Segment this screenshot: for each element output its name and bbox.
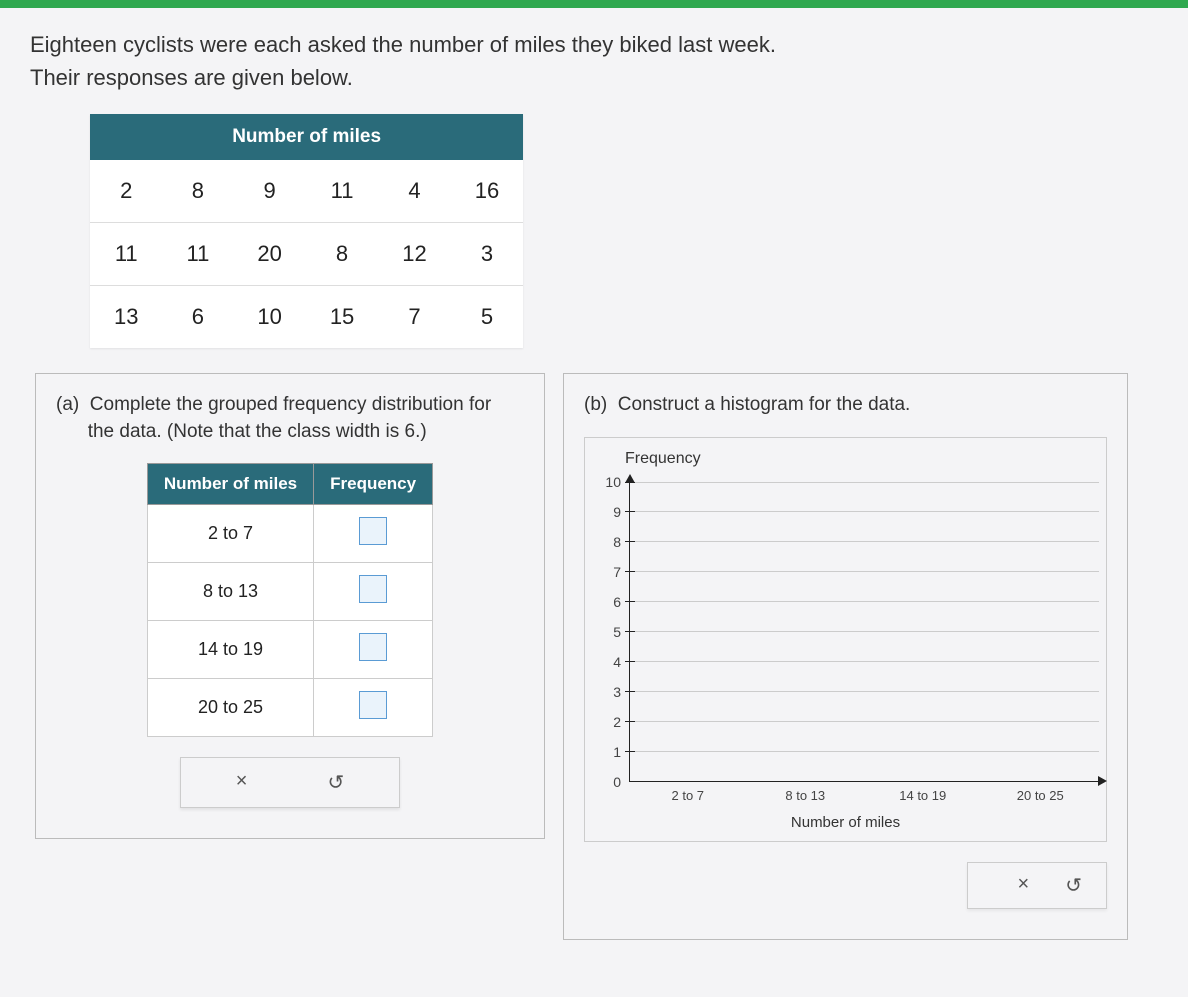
- data-cell: 11: [90, 223, 162, 286]
- data-cell: 8: [162, 160, 233, 223]
- gridline: [630, 571, 1099, 572]
- chart-y-label: Frequency: [625, 450, 1096, 468]
- data-cell: 20: [233, 223, 305, 286]
- data-cell: 2: [90, 160, 162, 223]
- x-tick-label: 14 to 19: [864, 784, 982, 812]
- x-axis-arrow-icon: [1098, 776, 1107, 786]
- y-tick-mark: [625, 631, 635, 632]
- freq-header-freq: Frequency: [314, 464, 433, 505]
- freq-class-label: 8 to 13: [147, 563, 313, 621]
- y-tick-mark: [625, 541, 635, 542]
- gridline: [630, 691, 1099, 692]
- data-cell: 7: [378, 286, 450, 349]
- clear-icon[interactable]: ×: [236, 770, 248, 795]
- data-cell: 9: [233, 160, 305, 223]
- frequency-table: Number of miles Frequency 2 to 78 to 131…: [147, 463, 433, 737]
- reset-icon[interactable]: ↺: [327, 770, 344, 795]
- gridline: [630, 482, 1099, 483]
- gridline: [630, 631, 1099, 632]
- freq-class-label: 2 to 7: [147, 505, 313, 563]
- x-tick-label: 8 to 13: [747, 784, 865, 812]
- frequency-input[interactable]: [359, 691, 387, 719]
- x-tick-label: 2 to 7: [629, 784, 747, 812]
- data-cell: 11: [162, 223, 233, 286]
- y-tick-label: 9: [613, 504, 621, 520]
- freq-input-cell: [314, 505, 433, 563]
- gridline: [630, 601, 1099, 602]
- part-b-title: (b) Construct a histogram for the data.: [584, 392, 1107, 419]
- gridline: [630, 661, 1099, 662]
- gridline: [630, 721, 1099, 722]
- freq-input-cell: [314, 621, 433, 679]
- y-tick-mark: [625, 691, 635, 692]
- freq-input-cell: [314, 563, 433, 621]
- y-tick-label: 1: [613, 744, 621, 760]
- y-tick-mark: [625, 571, 635, 572]
- histogram-plot-area[interactable]: 109876543210 2 to 78 to 1314 to 1920 to …: [595, 472, 1105, 812]
- part-a-title: (a) Complete the grouped frequency distr…: [56, 392, 524, 445]
- y-tick-mark: [625, 721, 635, 722]
- y-tick-label: 8: [613, 534, 621, 550]
- frequency-input[interactable]: [359, 633, 387, 661]
- reset-icon[interactable]: ↺: [1065, 873, 1082, 898]
- x-tick-label: 20 to 25: [982, 784, 1100, 812]
- gridline: [630, 511, 1099, 512]
- data-cell: 4: [378, 160, 450, 223]
- histogram-container: Frequency 109876543210 2 to 78 to 1314 t…: [584, 437, 1107, 842]
- y-tick-label: 4: [613, 654, 621, 670]
- page: Eighteen cyclists were each asked the nu…: [0, 8, 1188, 997]
- raw-data-table: Number of miles 289114161111208123136101…: [90, 114, 523, 348]
- data-cell: 6: [162, 286, 233, 349]
- part-a-box: (a) Complete the grouped frequency distr…: [35, 373, 545, 839]
- part-a-buttons: × ↺: [180, 757, 400, 808]
- freq-input-cell: [314, 679, 433, 737]
- data-table-header: Number of miles: [90, 114, 523, 160]
- data-cell: 10: [233, 286, 305, 349]
- question-prompt: Eighteen cyclists were each asked the nu…: [30, 28, 1158, 94]
- data-cell: 16: [451, 160, 523, 223]
- freq-class-label: 20 to 25: [147, 679, 313, 737]
- chart-x-label: Number of miles: [595, 814, 1096, 831]
- y-tick-mark: [625, 482, 635, 483]
- y-tick-label: 3: [613, 684, 621, 700]
- y-tick-mark: [625, 511, 635, 512]
- data-cell: 13: [90, 286, 162, 349]
- data-cell: 8: [306, 223, 378, 286]
- gridline: [630, 541, 1099, 542]
- freq-class-label: 14 to 19: [147, 621, 313, 679]
- y-tick-label: 6: [613, 594, 621, 610]
- gridline: [630, 751, 1099, 752]
- data-cell: 11: [306, 160, 378, 223]
- y-tick-label: 5: [613, 624, 621, 640]
- data-cell: 15: [306, 286, 378, 349]
- y-tick-label: 7: [613, 564, 621, 580]
- prompt-line-2: Their responses are given below.: [30, 65, 353, 90]
- y-tick-mark: [625, 751, 635, 752]
- data-cell: 5: [451, 286, 523, 349]
- y-tick-label: 2: [613, 714, 621, 730]
- prompt-line-1: Eighteen cyclists were each asked the nu…: [30, 32, 776, 57]
- frequency-input[interactable]: [359, 575, 387, 603]
- y-tick-label: 10: [605, 474, 621, 490]
- y-tick-mark: [625, 661, 635, 662]
- part-b-buttons: × ↺: [967, 862, 1107, 909]
- data-cell: 12: [378, 223, 450, 286]
- clear-icon[interactable]: ×: [1018, 873, 1030, 898]
- y-tick-label: 0: [613, 774, 621, 790]
- part-b-box: (b) Construct a histogram for the data. …: [563, 373, 1128, 940]
- data-cell: 3: [451, 223, 523, 286]
- freq-header-class: Number of miles: [147, 464, 313, 505]
- frequency-input[interactable]: [359, 517, 387, 545]
- y-tick-mark: [625, 601, 635, 602]
